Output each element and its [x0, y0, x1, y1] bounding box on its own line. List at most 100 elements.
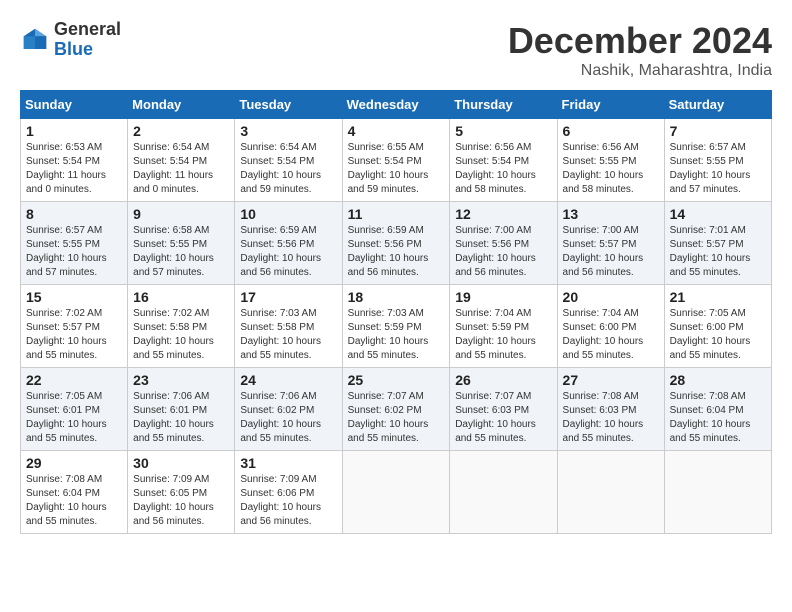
- logo-text: General Blue: [54, 20, 121, 60]
- day-number: 16: [133, 289, 229, 305]
- day-number: 28: [670, 372, 766, 388]
- calendar-cell: 27 Sunrise: 7:08 AM Sunset: 6:03 PM Dayl…: [557, 368, 664, 451]
- calendar-header-saturday: Saturday: [664, 91, 771, 119]
- logo-general: General: [54, 20, 121, 40]
- calendar-cell: 2 Sunrise: 6:54 AM Sunset: 5:54 PM Dayli…: [128, 119, 235, 202]
- calendar-table: SundayMondayTuesdayWednesdayThursdayFrid…: [20, 90, 772, 534]
- day-number: 9: [133, 206, 229, 222]
- day-info: Sunrise: 7:05 AM Sunset: 6:01 PM Dayligh…: [26, 390, 122, 446]
- day-number: 22: [26, 372, 122, 388]
- calendar-cell: 3 Sunrise: 6:54 AM Sunset: 5:54 PM Dayli…: [235, 119, 342, 202]
- calendar-cell: 15 Sunrise: 7:02 AM Sunset: 5:57 PM Dayl…: [21, 285, 128, 368]
- day-info: Sunrise: 7:03 AM Sunset: 5:59 PM Dayligh…: [348, 307, 445, 363]
- logo: General Blue: [20, 20, 121, 60]
- day-info: Sunrise: 7:08 AM Sunset: 6:04 PM Dayligh…: [670, 390, 766, 446]
- logo-icon: [20, 25, 50, 55]
- calendar-header-thursday: Thursday: [450, 91, 557, 119]
- title-area: December 2024 Nashik, Maharashtra, India: [508, 20, 772, 80]
- day-number: 26: [455, 372, 551, 388]
- calendar-header-tuesday: Tuesday: [235, 91, 342, 119]
- calendar-cell: 31 Sunrise: 7:09 AM Sunset: 6:06 PM Dayl…: [235, 451, 342, 534]
- day-info: Sunrise: 7:02 AM Sunset: 5:57 PM Dayligh…: [26, 307, 122, 363]
- day-info: Sunrise: 6:58 AM Sunset: 5:55 PM Dayligh…: [133, 224, 229, 280]
- day-number: 4: [348, 123, 445, 139]
- calendar-cell: 21 Sunrise: 7:05 AM Sunset: 6:00 PM Dayl…: [664, 285, 771, 368]
- day-info: Sunrise: 7:07 AM Sunset: 6:02 PM Dayligh…: [348, 390, 445, 446]
- day-info: Sunrise: 7:06 AM Sunset: 6:02 PM Dayligh…: [240, 390, 336, 446]
- day-number: 18: [348, 289, 445, 305]
- day-number: 7: [670, 123, 766, 139]
- day-info: Sunrise: 6:57 AM Sunset: 5:55 PM Dayligh…: [26, 224, 122, 280]
- day-number: 19: [455, 289, 551, 305]
- calendar-header-friday: Friday: [557, 91, 664, 119]
- calendar-week-row: 1 Sunrise: 6:53 AM Sunset: 5:54 PM Dayli…: [21, 119, 772, 202]
- page-header: General Blue December 2024 Nashik, Mahar…: [20, 20, 772, 80]
- location: Nashik, Maharashtra, India: [508, 62, 772, 80]
- day-info: Sunrise: 7:08 AM Sunset: 6:03 PM Dayligh…: [563, 390, 659, 446]
- calendar-header-sunday: Sunday: [21, 91, 128, 119]
- calendar-cell: 12 Sunrise: 7:00 AM Sunset: 5:56 PM Dayl…: [450, 202, 557, 285]
- day-info: Sunrise: 7:09 AM Sunset: 6:05 PM Dayligh…: [133, 473, 229, 529]
- day-info: Sunrise: 6:57 AM Sunset: 5:55 PM Dayligh…: [670, 141, 766, 197]
- calendar-cell: 26 Sunrise: 7:07 AM Sunset: 6:03 PM Dayl…: [450, 368, 557, 451]
- calendar-header-wednesday: Wednesday: [342, 91, 450, 119]
- day-number: 8: [26, 206, 122, 222]
- calendar-header-monday: Monday: [128, 91, 235, 119]
- day-number: 21: [670, 289, 766, 305]
- calendar-body: 1 Sunrise: 6:53 AM Sunset: 5:54 PM Dayli…: [21, 119, 772, 534]
- calendar-cell: 20 Sunrise: 7:04 AM Sunset: 6:00 PM Dayl…: [557, 285, 664, 368]
- day-info: Sunrise: 6:53 AM Sunset: 5:54 PM Dayligh…: [26, 141, 122, 197]
- calendar-cell: 19 Sunrise: 7:04 AM Sunset: 5:59 PM Dayl…: [450, 285, 557, 368]
- calendar-cell: 11 Sunrise: 6:59 AM Sunset: 5:56 PM Dayl…: [342, 202, 450, 285]
- day-number: 3: [240, 123, 336, 139]
- day-number: 23: [133, 372, 229, 388]
- calendar-cell: 22 Sunrise: 7:05 AM Sunset: 6:01 PM Dayl…: [21, 368, 128, 451]
- day-info: Sunrise: 6:59 AM Sunset: 5:56 PM Dayligh…: [348, 224, 445, 280]
- day-number: 25: [348, 372, 445, 388]
- day-info: Sunrise: 6:56 AM Sunset: 5:55 PM Dayligh…: [563, 141, 659, 197]
- day-info: Sunrise: 7:01 AM Sunset: 5:57 PM Dayligh…: [670, 224, 766, 280]
- day-number: 11: [348, 206, 445, 222]
- calendar-cell: 1 Sunrise: 6:53 AM Sunset: 5:54 PM Dayli…: [21, 119, 128, 202]
- day-info: Sunrise: 7:06 AM Sunset: 6:01 PM Dayligh…: [133, 390, 229, 446]
- calendar-cell: 30 Sunrise: 7:09 AM Sunset: 6:05 PM Dayl…: [128, 451, 235, 534]
- day-number: 10: [240, 206, 336, 222]
- day-number: 13: [563, 206, 659, 222]
- calendar-cell: 24 Sunrise: 7:06 AM Sunset: 6:02 PM Dayl…: [235, 368, 342, 451]
- month-title: December 2024: [508, 20, 772, 62]
- calendar-cell: 16 Sunrise: 7:02 AM Sunset: 5:58 PM Dayl…: [128, 285, 235, 368]
- day-number: 17: [240, 289, 336, 305]
- calendar-cell: 6 Sunrise: 6:56 AM Sunset: 5:55 PM Dayli…: [557, 119, 664, 202]
- calendar-cell: 29 Sunrise: 7:08 AM Sunset: 6:04 PM Dayl…: [21, 451, 128, 534]
- day-number: 15: [26, 289, 122, 305]
- calendar-week-row: 8 Sunrise: 6:57 AM Sunset: 5:55 PM Dayli…: [21, 202, 772, 285]
- calendar-cell: 5 Sunrise: 6:56 AM Sunset: 5:54 PM Dayli…: [450, 119, 557, 202]
- calendar-cell: 25 Sunrise: 7:07 AM Sunset: 6:02 PM Dayl…: [342, 368, 450, 451]
- calendar-cell: 10 Sunrise: 6:59 AM Sunset: 5:56 PM Dayl…: [235, 202, 342, 285]
- calendar-cell: 8 Sunrise: 6:57 AM Sunset: 5:55 PM Dayli…: [21, 202, 128, 285]
- calendar-week-row: 22 Sunrise: 7:05 AM Sunset: 6:01 PM Dayl…: [21, 368, 772, 451]
- calendar-cell: 9 Sunrise: 6:58 AM Sunset: 5:55 PM Dayli…: [128, 202, 235, 285]
- day-info: Sunrise: 6:56 AM Sunset: 5:54 PM Dayligh…: [455, 141, 551, 197]
- calendar-cell: 23 Sunrise: 7:06 AM Sunset: 6:01 PM Dayl…: [128, 368, 235, 451]
- day-info: Sunrise: 7:00 AM Sunset: 5:57 PM Dayligh…: [563, 224, 659, 280]
- calendar-cell: 17 Sunrise: 7:03 AM Sunset: 5:58 PM Dayl…: [235, 285, 342, 368]
- day-info: Sunrise: 7:07 AM Sunset: 6:03 PM Dayligh…: [455, 390, 551, 446]
- day-number: 5: [455, 123, 551, 139]
- calendar-header-row: SundayMondayTuesdayWednesdayThursdayFrid…: [21, 91, 772, 119]
- day-number: 6: [563, 123, 659, 139]
- day-info: Sunrise: 7:03 AM Sunset: 5:58 PM Dayligh…: [240, 307, 336, 363]
- day-number: 14: [670, 206, 766, 222]
- day-number: 29: [26, 455, 122, 471]
- calendar-week-row: 15 Sunrise: 7:02 AM Sunset: 5:57 PM Dayl…: [21, 285, 772, 368]
- calendar-cell: 4 Sunrise: 6:55 AM Sunset: 5:54 PM Dayli…: [342, 119, 450, 202]
- day-number: 1: [26, 123, 122, 139]
- day-info: Sunrise: 7:04 AM Sunset: 5:59 PM Dayligh…: [455, 307, 551, 363]
- day-number: 12: [455, 206, 551, 222]
- calendar-cell: [664, 451, 771, 534]
- calendar-cell: [557, 451, 664, 534]
- day-number: 27: [563, 372, 659, 388]
- day-number: 30: [133, 455, 229, 471]
- day-info: Sunrise: 6:54 AM Sunset: 5:54 PM Dayligh…: [240, 141, 336, 197]
- day-info: Sunrise: 6:54 AM Sunset: 5:54 PM Dayligh…: [133, 141, 229, 197]
